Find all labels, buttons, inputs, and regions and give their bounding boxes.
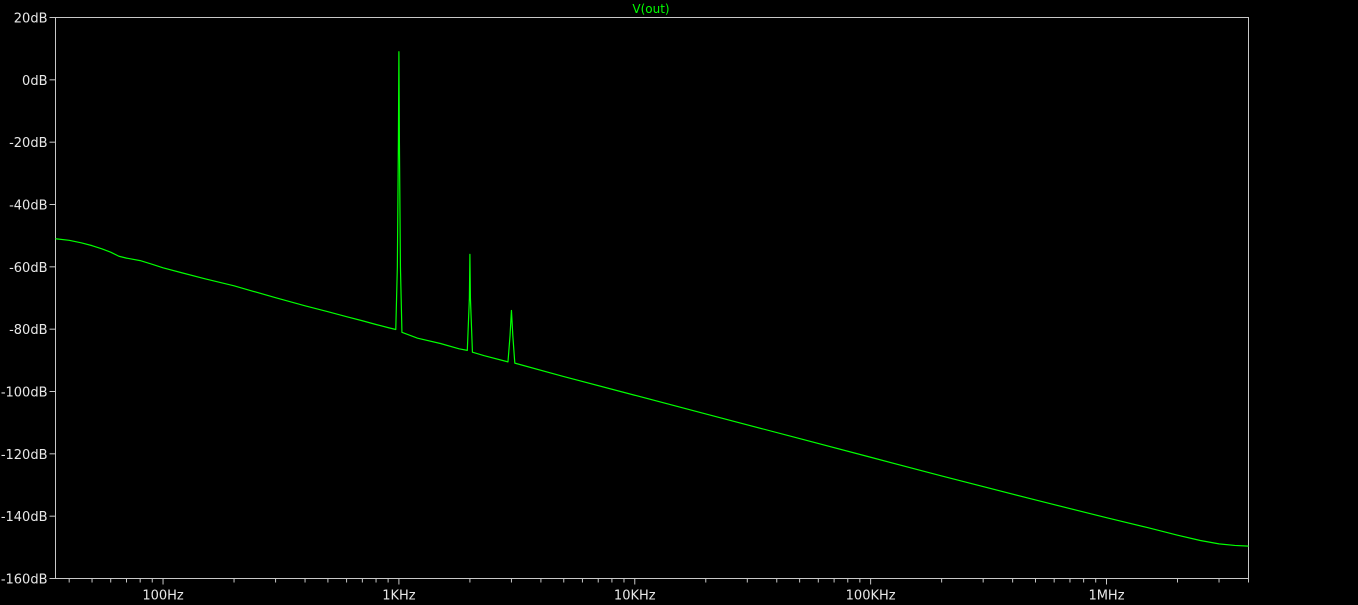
x-tick-label: 100KHz xyxy=(846,589,896,604)
series-line-vout xyxy=(55,51,1249,547)
x-tick-label: 1KHz xyxy=(382,589,416,604)
y-tick-label: -40dB xyxy=(9,199,47,214)
y-tick-label: -60dB xyxy=(9,261,47,276)
x-axis: 100Hz 1KHz 10KHz 100KHz 1MHz xyxy=(68,578,1249,604)
y-tick-label: -120dB xyxy=(1,448,48,463)
y-tick-label: 0dB xyxy=(22,74,47,89)
chart: V(out) 20dB 0dB -20dB -40dB -60dB -80dB -100dB… xyxy=(1,2,1249,604)
y-axis: 20dB 0dB -20dB -40dB -60dB -80dB -100dB -120dB -… xyxy=(1,12,56,588)
y-tick-label: -140dB xyxy=(1,510,48,525)
y-tick-label: -160dB xyxy=(1,573,48,588)
chart-title: V(out) xyxy=(632,2,669,16)
x-tick-label: 1MHz xyxy=(1088,589,1124,604)
y-tick-label: -20dB xyxy=(9,136,47,151)
x-tick-label: 100Hz xyxy=(142,589,184,604)
y-tick-label: -100dB xyxy=(1,386,48,401)
y-tick-label: 20dB xyxy=(14,12,48,27)
x-tick-label: 10KHz xyxy=(614,589,656,604)
plot-frame xyxy=(55,17,1249,579)
y-tick-label: -80dB xyxy=(9,323,47,338)
series-layer xyxy=(55,51,1249,547)
